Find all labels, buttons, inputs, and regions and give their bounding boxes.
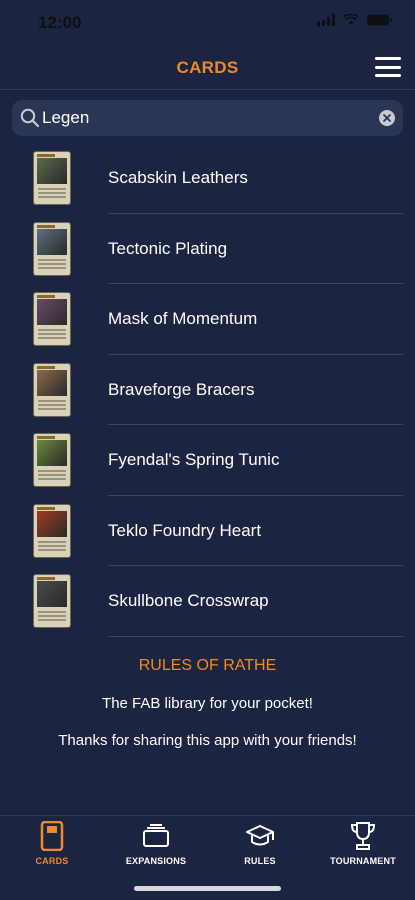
card-name: Tectonic Plating: [108, 238, 228, 258]
menu-line-icon: [375, 57, 401, 60]
card-list-item[interactable]: Tectonic Plating: [0, 214, 415, 284]
card-list-item[interactable]: Mask of Momentum: [0, 284, 415, 355]
card-list: Scabskin Leathers Tectonic Plating Mask of…: [0, 143, 415, 637]
tab-tournament[interactable]: TOURNAMENT: [313, 820, 413, 872]
status-icons: [317, 14, 393, 26]
share-message: Thanks for sharing this app with your fr…: [58, 732, 357, 749]
signal-icon: [317, 14, 335, 26]
card-icon: [40, 821, 64, 851]
page-title: CARDS: [176, 58, 239, 77]
app-name: RULES OF RATHE: [138, 657, 277, 674]
status-bar: 12:00: [0, 0, 415, 44]
search-input[interactable]: [42, 100, 372, 136]
search-bar[interactable]: [12, 100, 403, 136]
card-list-item[interactable]: Skullbone Crosswrap: [0, 566, 415, 637]
menu-line-icon: [375, 65, 401, 69]
card-list-item[interactable]: Fyendal's Spring Tunic: [0, 425, 415, 496]
card-name: Skullbone Crosswrap: [108, 591, 269, 610]
card-name: Fyendal's Spring Tunic: [108, 450, 280, 469]
card-name: Braveforge Bracers: [108, 379, 255, 399]
hamburger-menu-button[interactable]: [375, 57, 401, 77]
header: CARDS: [0, 44, 415, 90]
tab-label: CARDS: [35, 856, 69, 866]
battery-icon: [367, 14, 392, 26]
card-list-item[interactable]: Braveforge Bracers: [0, 355, 415, 425]
card-thumbnail: [33, 151, 71, 205]
card-thumbnail: [33, 503, 71, 558]
tab-label: RULES: [244, 856, 276, 866]
search-icon: [20, 108, 40, 128]
menu-line-icon: [375, 74, 401, 77]
graduation-cap-icon: [246, 825, 274, 846]
card-thumbnail: [33, 574, 71, 628]
divider: [108, 635, 403, 637]
card-name: Scabskin Leathers: [108, 168, 248, 187]
clear-search-button[interactable]: [379, 110, 395, 126]
card-name: Teklo Foundry Heart: [108, 520, 262, 540]
card-thumbnail: [33, 292, 71, 346]
expansions-icon: [143, 824, 169, 847]
status-time: 12:00: [38, 13, 82, 32]
card-thumbnail: [33, 221, 71, 276]
close-icon: [383, 114, 391, 122]
card-thumbnail: [33, 362, 71, 417]
card-thumbnail: [33, 433, 71, 487]
card-name: Mask of Momentum: [108, 309, 258, 328]
home-indicator[interactable]: [134, 886, 281, 891]
trophy-icon: [350, 822, 376, 850]
wifi-icon: [343, 14, 359, 25]
card-list-item[interactable]: Scabskin Leathers: [0, 143, 415, 214]
tab-label: EXPANSIONS: [125, 856, 187, 866]
tab-expansions[interactable]: EXPANSIONS: [106, 820, 206, 872]
tab-rules[interactable]: RULES: [210, 820, 310, 872]
tagline: The FAB library for your pocket!: [102, 695, 313, 712]
tab-label: TOURNAMENT: [330, 856, 396, 866]
card-list-item[interactable]: Teklo Foundry Heart: [0, 496, 415, 566]
tab-cards[interactable]: CARDS: [2, 820, 102, 872]
